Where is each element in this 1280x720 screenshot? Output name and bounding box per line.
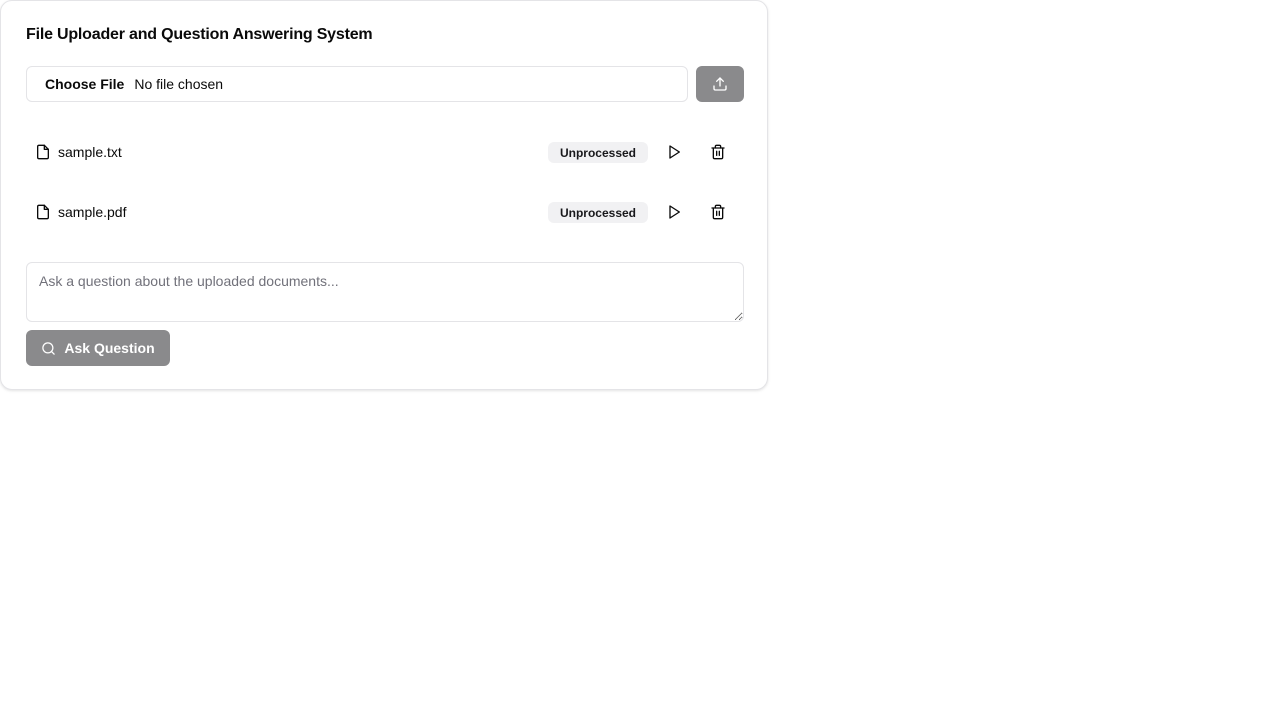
file-icon	[37, 204, 49, 220]
page-title: File Uploader and Question Answering Sys…	[26, 26, 373, 43]
file-input[interactable]: Choose File No file chosen	[26, 66, 688, 102]
play-icon	[669, 145, 680, 159]
delete-button[interactable]	[706, 140, 730, 164]
delete-button[interactable]	[706, 200, 730, 224]
upload-icon	[713, 77, 727, 91]
choose-file-button[interactable]: Choose File	[45, 76, 124, 92]
status-badge: Unprocessed	[548, 142, 648, 163]
file-status-text: No file chosen	[134, 76, 224, 92]
file-name: sample.txt	[58, 144, 122, 160]
play-icon	[669, 205, 680, 219]
status-badge: Unprocessed	[548, 202, 648, 223]
ask-question-label: Ask Question	[64, 340, 155, 356]
file-row: sample.pdf Unprocessed	[26, 192, 744, 232]
upload-button[interactable]	[696, 66, 744, 102]
uploader-card: File Uploader and Question Answering Sys…	[0, 0, 768, 390]
file-row: sample.txt Unprocessed	[26, 132, 744, 172]
file-icon	[37, 144, 49, 160]
process-button[interactable]	[662, 140, 686, 164]
upload-row: Choose File No file chosen	[26, 66, 744, 102]
trash-icon	[711, 144, 725, 160]
trash-icon	[711, 204, 725, 220]
ask-question-button[interactable]: Ask Question	[26, 330, 170, 366]
process-button[interactable]	[662, 200, 686, 224]
search-icon	[42, 341, 56, 355]
file-name: sample.pdf	[58, 204, 127, 220]
question-input[interactable]	[26, 262, 744, 322]
